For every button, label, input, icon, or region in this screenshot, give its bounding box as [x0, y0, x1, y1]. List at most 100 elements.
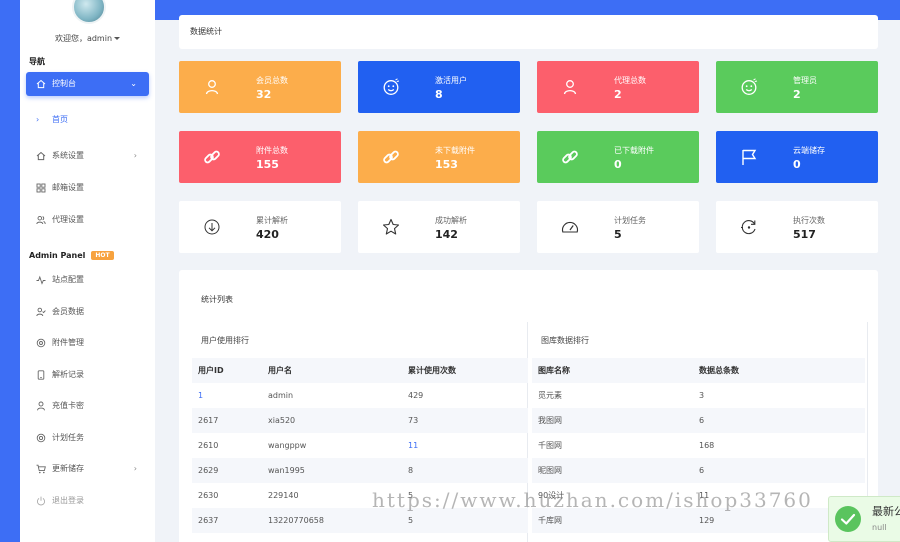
stat-card-agents[interactable]: 代理总数 2	[537, 61, 699, 113]
cart-icon	[36, 464, 46, 474]
stat-card-downloaded[interactable]: 已下载附件 0	[537, 131, 699, 183]
table-cell: 我图网	[532, 408, 693, 433]
sidebar-item-mail-settings[interactable]: 邮箱设置	[26, 176, 149, 200]
sidebar-item-label: 站点配置	[52, 275, 84, 284]
table-cell: 2637	[192, 508, 262, 533]
users-icon	[36, 215, 46, 225]
table-cell: 73	[402, 408, 528, 433]
notice-toast[interactable]: 最新公告 null	[828, 496, 900, 542]
nav-section-title: 导航	[29, 57, 45, 66]
user-menu[interactable]: 欢迎您，admin	[20, 33, 155, 44]
list-title: 统计列表	[201, 295, 233, 304]
user-icon	[37, 401, 45, 411]
column-header: 用户ID	[192, 358, 262, 383]
sidebar-item-agent-settings[interactable]: 代理设置	[26, 208, 149, 232]
stat-label: 执行次数	[793, 216, 825, 225]
user-icon	[205, 80, 219, 95]
stat-label: 代理总数	[614, 76, 646, 85]
stat-value: 420	[256, 228, 279, 241]
stat-label: 云端储存	[793, 146, 825, 155]
stat-label: 激活用户	[435, 76, 467, 85]
home-icon	[36, 151, 46, 161]
table-row: 昵图网 6	[532, 458, 865, 483]
watermark: https://www.huzhan.com/ishop33760	[372, 488, 813, 512]
table-row: 1 admin 429	[192, 383, 528, 408]
sidebar-item-label: 更新储存	[52, 464, 84, 473]
stat-card-executions[interactable]: 执行次数 517	[716, 201, 878, 253]
sidebar: 欢迎您，admin 导航 控制台 ⌄ › 首页 系统设置 › 邮箱设置 代理设置…	[20, 0, 155, 542]
user-check-icon	[36, 307, 46, 317]
stat-label: 计划任务	[614, 216, 646, 225]
stat-value: 5	[614, 228, 622, 241]
stat-value: 8	[435, 88, 443, 101]
stat-card-cloud-storage[interactable]: 云端储存 0	[716, 131, 878, 183]
table-row: 我图网 6	[532, 408, 865, 433]
sidebar-item-label: 计划任务	[52, 433, 84, 442]
stat-value: 32	[256, 88, 272, 101]
stat-card-scheduled-tasks[interactable]: 计划任务 5	[537, 201, 699, 253]
stat-card-attachments[interactable]: 附件总数 155	[179, 131, 341, 183]
sidebar-item-label: 邮箱设置	[52, 183, 84, 192]
chevron-right-icon: ›	[36, 115, 40, 124]
download-circle-icon	[204, 219, 220, 235]
stat-label: 已下载附件	[614, 146, 654, 155]
table-row: 千图网 168	[532, 433, 865, 458]
flag-icon	[742, 149, 757, 165]
tablet-icon	[37, 370, 45, 380]
stat-value: 0	[793, 158, 801, 171]
table-header-row: 用户ID 用户名 累计使用次数	[192, 358, 528, 383]
link-icon	[383, 150, 399, 164]
stat-card-successful-parses[interactable]: 成功解析 142	[358, 201, 520, 253]
table-cell: 2630	[198, 491, 219, 500]
sidebar-item-update-storage[interactable]: 更新储存 ›	[26, 457, 149, 481]
stat-value: 155	[256, 158, 279, 171]
gallery-rank-title: 图库数据排行	[541, 336, 589, 345]
avatar[interactable]	[72, 0, 106, 24]
caret-down-icon	[114, 37, 121, 40]
stat-label: 附件总数	[256, 146, 288, 155]
stat-card-total-parses[interactable]: 累计解析 420	[179, 201, 341, 253]
table-row: 2617 xia520 73	[192, 408, 528, 433]
stat-card-members[interactable]: 会员总数 32	[179, 61, 341, 113]
table-cell: 觅元素	[538, 391, 562, 400]
stat-card-admins[interactable]: 管理员 2	[716, 61, 878, 113]
sidebar-item-site-config[interactable]: 站点配置	[26, 268, 149, 292]
toast-subtitle: null	[872, 523, 887, 532]
smile-face-icon	[741, 78, 758, 95]
page-title: 数据统计	[179, 15, 878, 49]
star-icon	[382, 218, 400, 235]
link-icon	[204, 150, 220, 164]
admin-panel-title: Admin Panel HOT	[29, 251, 114, 260]
sidebar-item-label: 控制台	[52, 79, 76, 88]
main-content: 数据统计 会员总数 32 激活用户 8 代理总数 2 管理员 2 附件总数 15…	[155, 0, 900, 542]
stat-card-active-users[interactable]: 激活用户 8	[358, 61, 520, 113]
table-cell: 3	[699, 391, 705, 400]
sidebar-item-attachments[interactable]: 附件管理	[26, 331, 149, 355]
stat-card-undownloaded[interactable]: 未下载附件 153	[358, 131, 520, 183]
sidebar-item-logout[interactable]: 退出登录	[26, 489, 149, 513]
stat-label: 未下载附件	[435, 146, 475, 155]
check-circle-icon	[835, 506, 861, 532]
table-cell[interactable]: 1	[192, 383, 262, 408]
gear-icon	[36, 338, 46, 348]
sidebar-item-parse-records[interactable]: 解析记录	[26, 363, 149, 387]
table-cell: admin	[268, 391, 294, 400]
power-icon	[36, 496, 46, 506]
column-header: 累计使用次数	[402, 358, 528, 383]
user-icon	[563, 80, 577, 95]
welcome-text: 欢迎您，admin	[54, 34, 113, 43]
left-edge-strip	[0, 0, 20, 542]
chevron-right-icon: ›	[133, 151, 137, 160]
sidebar-item-member-data[interactable]: 会员数据	[26, 300, 149, 324]
home-icon	[36, 79, 46, 89]
sidebar-item-recharge-cards[interactable]: 充值卡密	[26, 394, 149, 418]
sidebar-item-home[interactable]: › 首页	[26, 108, 149, 132]
stat-value: 2	[614, 88, 622, 101]
link-icon	[562, 150, 578, 164]
sidebar-item-console[interactable]: 控制台 ⌄	[26, 72, 149, 96]
refresh-icon	[741, 220, 756, 235]
table-cell: 8	[402, 458, 528, 483]
sidebar-item-scheduled-tasks[interactable]: 计划任务	[26, 426, 149, 450]
sidebar-item-system-settings[interactable]: 系统设置 ›	[26, 144, 149, 168]
activity-icon	[36, 275, 46, 285]
